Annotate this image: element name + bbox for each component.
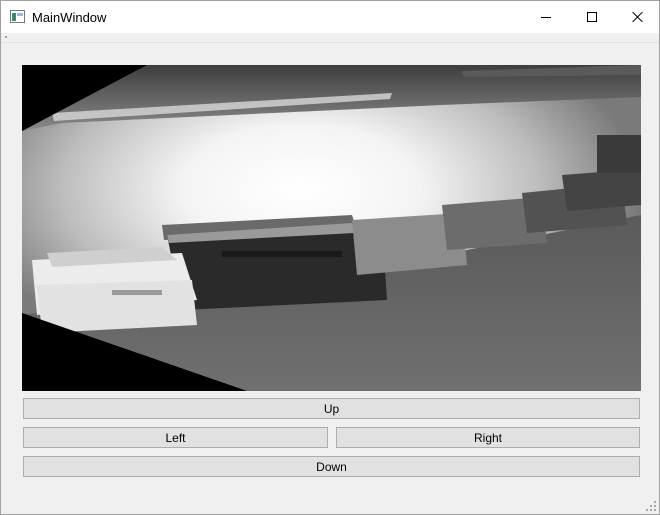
camera-view [22,65,641,391]
menu-bar [1,33,659,43]
right-button[interactable]: Right [336,427,640,448]
left-button[interactable]: Left [23,427,328,448]
close-icon [632,11,644,23]
window-title: MainWindow [32,10,107,25]
resize-grip-icon[interactable] [646,501,656,511]
minimize-icon [541,16,551,18]
main-window: MainWindow Up Left Right Down [0,0,660,515]
minimize-button[interactable] [523,1,569,33]
menu-grip-icon [5,36,7,38]
down-button[interactable]: Down [23,456,640,477]
up-button[interactable]: Up [23,398,640,419]
title-bar[interactable]: MainWindow [1,1,659,33]
close-button[interactable] [615,1,660,33]
camera-frame-image [22,65,641,391]
maximize-icon [587,12,597,22]
maximize-button[interactable] [569,1,615,33]
app-icon [10,10,25,23]
